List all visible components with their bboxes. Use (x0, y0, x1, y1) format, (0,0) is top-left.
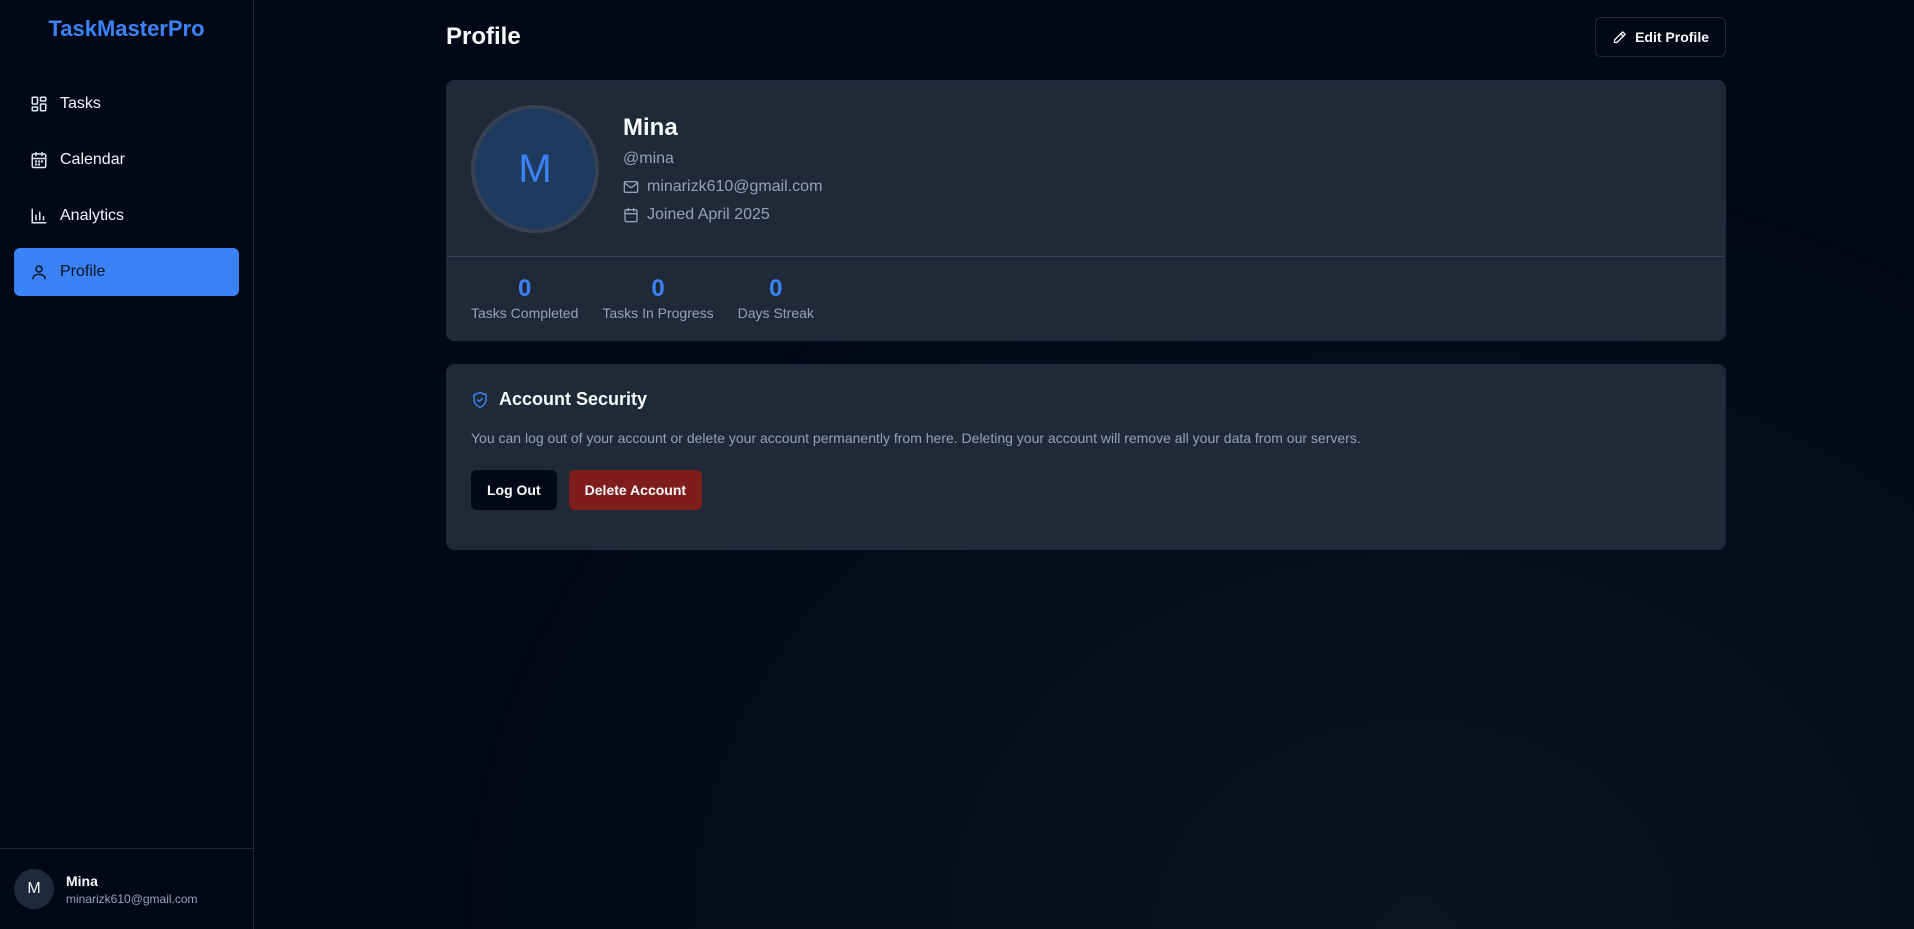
profile-info: Mina @mina minarizk610@gmail.com Joined … (623, 105, 822, 232)
profile-email: minarizk610@gmail.com (647, 178, 823, 195)
delete-account-button[interactable]: Delete Account (568, 470, 703, 510)
profile-card: M Mina @mina minarizk610@gmail.com Joine… (446, 80, 1726, 341)
sidebar-nav: Tasks Calendar Analytics Profile (0, 60, 253, 296)
sidebar-item-calendar[interactable]: Calendar (14, 136, 239, 184)
profile-summary: M Mina @mina minarizk610@gmail.com Joine… (447, 81, 1725, 257)
profile-avatar: M (471, 105, 599, 233)
sidebar-item-label: Profile (60, 263, 106, 280)
sidebar-item-analytics[interactable]: Analytics (14, 192, 239, 240)
stat-tasks-completed: 0 Tasks Completed (471, 275, 578, 321)
profile-joined: Joined April 2025 (647, 206, 770, 223)
calendar-icon (30, 151, 48, 169)
app-root: TaskMasterPro Tasks Calendar Analytics P… (0, 0, 1914, 929)
calendar-icon (623, 207, 639, 223)
mail-icon (623, 179, 639, 195)
sidebar-item-label: Analytics (60, 207, 125, 224)
stat-label: Tasks In Progress (602, 305, 714, 321)
avatar: M (14, 869, 54, 909)
profile-name: Mina (623, 114, 678, 141)
sidebar-user-email: minarizk610@gmail.com (66, 891, 198, 906)
sidebar-item-label: Calendar (60, 151, 125, 168)
profile-handle: @mina (623, 150, 674, 167)
dashboard-icon (30, 95, 48, 113)
profile-stats: 0 Tasks Completed 0 Tasks In Progress 0 … (447, 257, 1725, 321)
security-actions: Log Out Delete Account (471, 470, 1701, 510)
app-logo[interactable]: TaskMasterPro (0, 0, 253, 60)
stat-value: 0 (651, 275, 665, 302)
security-heading: Account Security (471, 389, 1701, 410)
pencil-icon (1612, 30, 1627, 45)
sidebar-user-name: Mina (66, 872, 98, 889)
stat-value: 0 (769, 275, 783, 302)
page-title: Profile (446, 23, 521, 50)
user-icon (30, 263, 48, 281)
stat-tasks-in-progress: 0 Tasks In Progress (602, 275, 713, 321)
main-content: Profile Edit Profile M Mina @mina minari… (254, 0, 1914, 929)
stat-label: Tasks Completed (471, 305, 579, 321)
stat-label: Days Streak (737, 305, 814, 321)
sidebar-item-label: Tasks (60, 95, 101, 112)
logout-button[interactable]: Log Out (471, 470, 557, 510)
shield-icon (471, 391, 489, 409)
bar-chart-icon (30, 207, 48, 225)
sidebar-item-tasks[interactable]: Tasks (14, 80, 239, 128)
account-security-card: Account Security You can log out of your… (446, 364, 1726, 550)
page-header: Profile Edit Profile (446, 16, 1726, 58)
security-title: Account Security (499, 389, 648, 409)
edit-profile-button[interactable]: Edit Profile (1595, 17, 1726, 57)
profile-email-row: minarizk610@gmail.com (623, 178, 822, 196)
profile-joined-row: Joined April 2025 (623, 206, 822, 224)
sidebar: TaskMasterPro Tasks Calendar Analytics P… (0, 0, 254, 929)
stat-value: 0 (518, 275, 532, 302)
sidebar-item-profile[interactable]: Profile (14, 248, 239, 296)
sidebar-user-info: Mina minarizk610@gmail.com (66, 873, 198, 906)
edit-profile-label: Edit Profile (1635, 29, 1709, 45)
stat-days-streak: 0 Days Streak (738, 275, 814, 321)
sidebar-user-card[interactable]: M Mina minarizk610@gmail.com (0, 848, 253, 929)
security-description: You can log out of your account or delet… (471, 430, 1361, 446)
